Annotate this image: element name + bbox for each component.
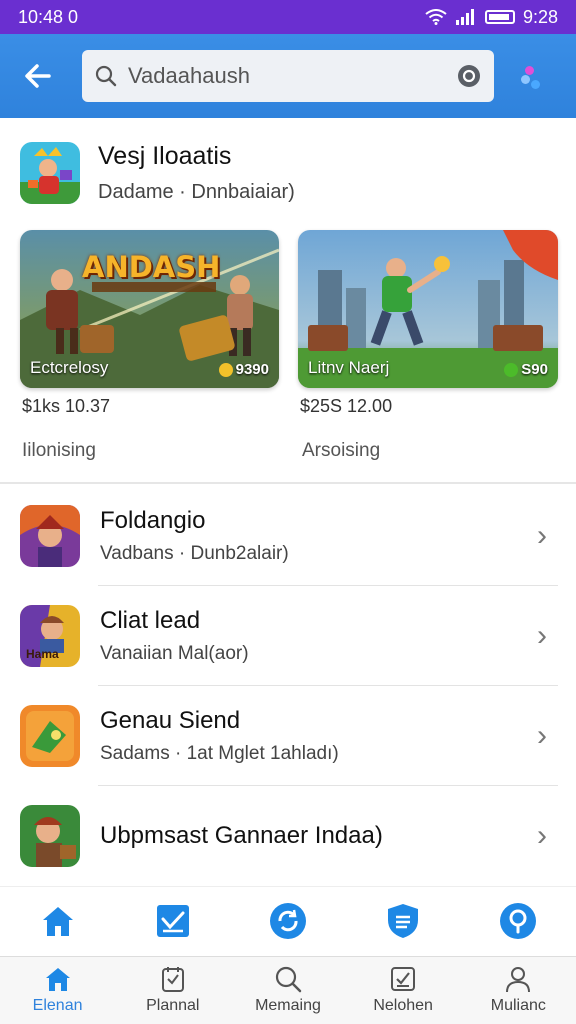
chart-icon: [156, 904, 189, 937]
shield-shortcut-button[interactable]: [378, 896, 428, 946]
featured-card[interactable]: ANDASH Ectcrelosy 9390: [20, 230, 279, 388]
sync-icon: [269, 902, 306, 939]
more-options-button[interactable]: [508, 51, 558, 101]
search-bar[interactable]: [82, 50, 494, 102]
top-app-bar: [0, 34, 576, 118]
list-item[interactable]: Hama Cliat lead Vanaiian Mal(aor) ›: [0, 586, 576, 686]
quick-actions-row: [0, 886, 576, 954]
list-item[interactable]: Foldangio Vadbans · Dunb2alair) ›: [0, 486, 576, 586]
app-icon: Hama: [20, 605, 80, 667]
gem-icon: [504, 362, 519, 377]
app-icon: [20, 705, 80, 767]
nav-label: Mulianc: [490, 997, 546, 1014]
card-badge: 9390: [218, 361, 269, 378]
list-title: Foldangio: [100, 507, 206, 534]
sync-shortcut-button[interactable]: [263, 896, 313, 946]
app-icon: [20, 505, 80, 567]
shield-icon: [388, 903, 419, 938]
card-label: Litnv Naerj: [308, 358, 390, 377]
list-subtitle: Sadams · 1at Mglet 1ahladı): [100, 743, 339, 764]
featured-app-icon: [20, 142, 80, 204]
nav-label: Memaing: [255, 997, 321, 1014]
card-price: $25S 12.00: [300, 396, 393, 416]
featured-card[interactable]: Litnv Naerj S90: [298, 230, 558, 388]
chevron-right-icon: ›: [537, 819, 547, 852]
status-time: 10:48 0: [18, 6, 79, 27]
card-banner-title: ANDASH: [82, 250, 221, 284]
banner-ribbon: [92, 282, 216, 292]
featured-header[interactable]: Vesj Iloaatis Dadame · Dnnbaiaiar): [20, 142, 295, 204]
status-icons: 9:28: [425, 7, 558, 28]
nav-label: Plannal: [146, 997, 200, 1014]
badge-value: 9390: [235, 361, 269, 378]
calendar-icon: [161, 967, 184, 992]
more-dot-icon: [525, 66, 534, 75]
location-shortcut-button[interactable]: [493, 896, 543, 946]
chevron-right-icon: ›: [537, 519, 547, 552]
camera-icon[interactable]: [456, 63, 482, 89]
icon-text: Hama: [26, 647, 59, 661]
list-title: Genau Siend: [100, 707, 241, 734]
list-subtitle: Vanaiian Mal(aor): [100, 643, 249, 664]
bottom-navigation: Elenan Plannal Memaing Nelohen Mulianc: [0, 956, 576, 1024]
card-status: Arsoising: [302, 440, 381, 461]
featured-subtitle: Dadame · Dnnbaiaiar): [98, 181, 295, 203]
chevron-right-icon: ›: [537, 619, 547, 652]
app-list: Foldangio Vadbans · Dunb2alair) › Hama C…: [0, 486, 576, 886]
user-icon: [506, 967, 531, 993]
nav-label: Elenan: [32, 997, 83, 1014]
card-label: Ectcrelosy: [30, 358, 109, 377]
featured-title: Vesj Iloaatis: [98, 142, 232, 170]
chart-shortcut-button[interactable]: [148, 896, 198, 946]
chevron-right-icon: ›: [537, 719, 547, 752]
back-button[interactable]: [8, 46, 68, 106]
featured-section: Vesj Iloaatis Dadame · Dnnbaiaiar) ANDAS…: [0, 118, 576, 484]
nav-item-tasks[interactable]: Nelohen: [348, 957, 458, 1024]
badge-value: S90: [521, 361, 548, 378]
nav-item-home[interactable]: Elenan: [3, 957, 113, 1024]
signal-icon: [455, 9, 474, 25]
list-title: Ubpmsast Gannaer Indaa): [100, 822, 383, 849]
list-item[interactable]: Genau Siend Sadams · 1at Mglet 1ahladı) …: [0, 686, 576, 786]
nav-item-planner[interactable]: Plannal: [118, 957, 228, 1024]
status-bar: 10:48 0 9:28: [0, 0, 576, 34]
card-status: Iilonising: [22, 440, 96, 461]
list-title: Cliat lead: [100, 607, 201, 634]
app-icon: [20, 805, 80, 867]
search-icon: [275, 966, 302, 993]
home-icon: [42, 906, 73, 936]
checkbox-icon: [391, 967, 416, 991]
more-dot-icon: [531, 80, 540, 89]
card-badge: S90: [504, 361, 548, 378]
card-price: $1ks 10.37: [22, 396, 111, 416]
home-icon: [45, 968, 70, 991]
home-shortcut-button[interactable]: [33, 896, 83, 946]
search-input[interactable]: [118, 63, 456, 89]
more-dot-icon: [521, 75, 530, 84]
list-item[interactable]: Ubpmsast Gannaer Indaa) ›: [0, 786, 576, 886]
nav-label: Nelohen: [373, 997, 433, 1014]
search-icon: [94, 64, 118, 88]
status-clock: 9:28: [522, 6, 558, 27]
nav-item-profile[interactable]: Mulianc: [463, 957, 573, 1024]
wifi-icon: [425, 9, 447, 25]
coin-icon: [218, 362, 233, 377]
nav-item-search[interactable]: Memaing: [233, 957, 343, 1024]
list-subtitle: Vadbans · Dunb2alair): [100, 543, 289, 564]
battery-icon: [484, 10, 515, 24]
location-pin-icon: [500, 902, 537, 939]
arrow-left-icon: [25, 64, 51, 88]
